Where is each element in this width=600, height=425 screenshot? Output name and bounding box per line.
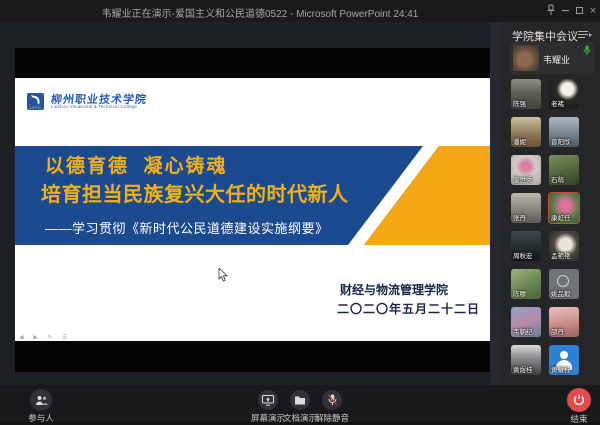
participant-tile[interactable]: 邵丹 bbox=[549, 307, 579, 337]
power-icon bbox=[573, 394, 585, 406]
screen-share-button[interactable] bbox=[258, 390, 278, 410]
participant-name: 潘妮 bbox=[513, 136, 526, 146]
participant-name: 邵丹 bbox=[551, 326, 564, 336]
slide-department: 财经与物流管理学院 bbox=[340, 281, 448, 298]
college-name-en: Liuzhou Vocational & Technical College bbox=[51, 104, 137, 109]
slide-date: 二〇二〇年五月二十二日 bbox=[337, 300, 480, 317]
participant-tile[interactable]: 张丹 bbox=[511, 193, 541, 223]
host-tile[interactable]: 韦耀业 bbox=[510, 42, 594, 74]
mic-muted-icon bbox=[327, 394, 338, 406]
participant-name: 康虹任 bbox=[551, 212, 571, 222]
close-icon[interactable]: × bbox=[586, 4, 600, 18]
host-video-thumbnail bbox=[513, 45, 539, 71]
participant-tile[interactable]: 老褚 bbox=[549, 79, 579, 109]
document-share-icon bbox=[294, 395, 306, 406]
host-name: 韦耀业 bbox=[543, 53, 570, 66]
participant-tile[interactable]: 黄煜桂 bbox=[511, 345, 541, 375]
window-titlebar: 韦耀业正在演示-爱国主义和公民道德0522 - Microsoft PowerP… bbox=[0, 0, 600, 22]
participant-tile[interactable]: 黄耀标 bbox=[549, 345, 579, 375]
participant-name: 凌世秀 bbox=[513, 174, 533, 184]
participant-name: 孟艳艳 bbox=[551, 250, 571, 260]
presentation-stage: LVTC 柳州职业技术学院 Liuzhou Vocational & Techn… bbox=[15, 48, 490, 372]
participant-name: 黄耀标 bbox=[551, 364, 571, 374]
end-meeting-label[interactable]: 结束 bbox=[570, 413, 587, 425]
participant-name: 张丹 bbox=[513, 212, 526, 222]
participant-name: 周秋宏 bbox=[513, 250, 533, 260]
participant-tile[interactable]: 陈穆 bbox=[511, 269, 541, 299]
slide-subtitle: ——学习贯彻《新时代公民道德建设实施纲要》 bbox=[45, 218, 329, 237]
unmute-button[interactable] bbox=[322, 390, 342, 410]
screen-share-icon bbox=[262, 395, 274, 406]
participant-name: 陈强 bbox=[513, 98, 526, 108]
window-title: 韦耀业正在演示-爱国主义和公民道德0522 - Microsoft PowerP… bbox=[0, 5, 520, 20]
participants-button[interactable] bbox=[30, 389, 52, 411]
maximize-icon[interactable] bbox=[572, 4, 586, 18]
participant-tile[interactable]: 潘妮 bbox=[511, 117, 541, 147]
avatar-placeholder-icon bbox=[557, 275, 569, 287]
powerpoint-slide: LVTC 柳州职业技术学院 Liuzhou Vocational & Techn… bbox=[15, 78, 490, 341]
participant-tile[interactable]: 康虹任 bbox=[549, 193, 579, 223]
participant-name: 陈穆 bbox=[513, 288, 526, 298]
participants-label[interactable]: 参与人 bbox=[28, 412, 54, 424]
end-meeting-button[interactable] bbox=[567, 388, 591, 412]
participant-tile[interactable]: 姚品毅 bbox=[549, 269, 579, 299]
participant-tile[interactable]: 曾阳欣 bbox=[549, 117, 579, 147]
pin-icon[interactable] bbox=[544, 4, 558, 18]
presenter-controls-icons[interactable]: ◀ ▶ ✎ ☰ bbox=[19, 334, 72, 341]
slide-title-banner: 以德育德 凝心铸魂 培育担当民族复兴大任的时代新人 ——学习贯彻《新时代公民道德… bbox=[15, 146, 490, 245]
slide-title-line2: 培育担当民族复兴大任的时代新人 bbox=[41, 178, 349, 207]
screen-share-label[interactable]: 屏幕演示 bbox=[251, 412, 285, 424]
panel-divider bbox=[490, 22, 498, 385]
unmute-label[interactable]: 解除静音 bbox=[315, 412, 349, 424]
document-share-button[interactable] bbox=[290, 390, 310, 410]
logo-swirl-icon bbox=[29, 95, 40, 105]
mic-on-icon bbox=[583, 45, 591, 56]
participant-name: 黄煜桂 bbox=[513, 364, 533, 374]
participant-tile[interactable]: 孟艳艳 bbox=[549, 231, 579, 261]
slide-title-line1: 以德育德 凝心铸魂 bbox=[45, 151, 228, 178]
meeting-controls-bar: 参与人 屏幕演示 文档演示 解除静音 结束 bbox=[0, 385, 600, 422]
people-icon bbox=[35, 395, 48, 406]
participant-tile[interactable]: 石萌 bbox=[549, 155, 579, 185]
participant-name: 曾阳欣 bbox=[551, 136, 571, 146]
participant-name: 老褚 bbox=[551, 98, 564, 108]
mouse-cursor-icon bbox=[218, 268, 228, 282]
participant-tile[interactable]: 凌世秀 bbox=[511, 155, 541, 185]
meeting-sidebar: 学院集中会议 韦耀业 陈强老褚潘妮曾阳欣凌世秀石萌张丹康虹任周秋宏孟艳艳陈穆姚品… bbox=[498, 22, 600, 385]
document-share-label[interactable]: 文档演示 bbox=[283, 412, 317, 424]
participant-grid: 陈强 老褚潘妮 曾阳欣凌世秀 石萌张丹 康虹任周秋宏 孟艳艳陈穆 姚品毅韦朝纪 邵丹黄煜桂 黄耀… bbox=[511, 79, 587, 375]
participant-tile[interactable]: 韦朝纪 bbox=[511, 307, 541, 337]
participant-name: 韦朝纪 bbox=[513, 326, 533, 336]
participant-name: 石萌 bbox=[551, 174, 564, 184]
participant-tile[interactable]: 陈强 bbox=[511, 79, 541, 109]
participant-tile[interactable]: 周秋宏 bbox=[511, 231, 541, 261]
shared-screen-area: LVTC 柳州职业技术学院 Liuzhou Vocational & Techn… bbox=[0, 22, 498, 385]
participant-name: 姚品毅 bbox=[551, 288, 571, 298]
person-silhouette-icon bbox=[560, 351, 568, 359]
minimize-icon[interactable] bbox=[558, 4, 572, 18]
list-menu-icon[interactable] bbox=[578, 30, 592, 41]
college-logo: LVTC bbox=[27, 93, 44, 110]
